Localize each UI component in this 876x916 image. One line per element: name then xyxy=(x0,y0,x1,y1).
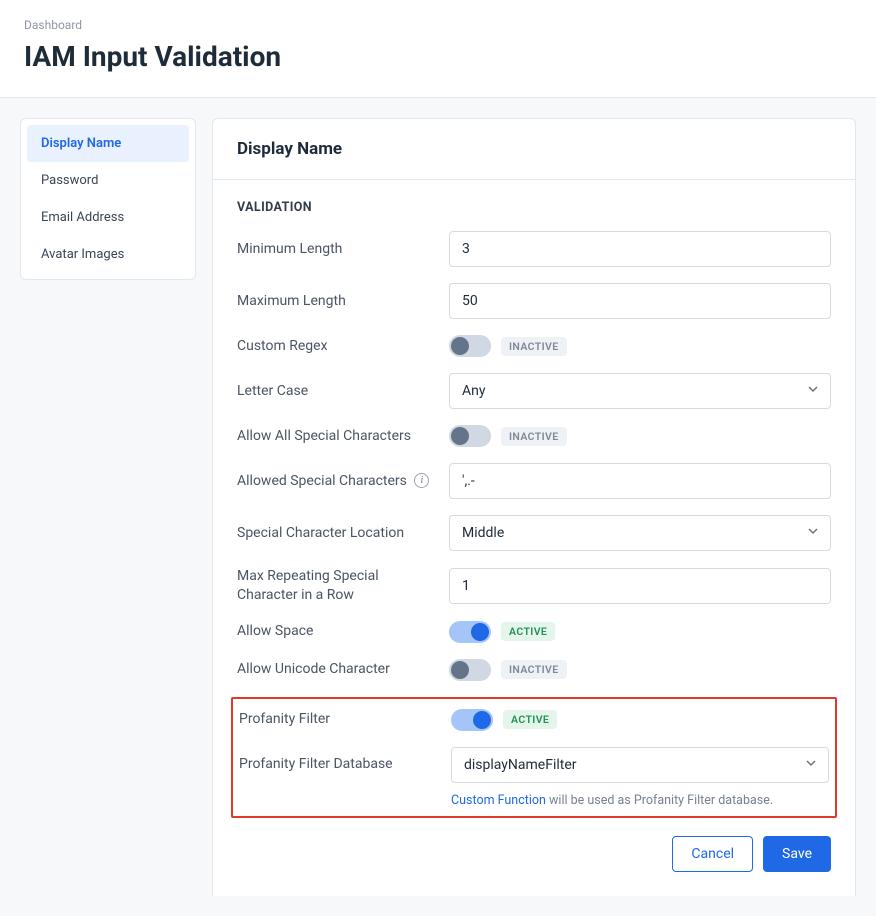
max-repeating-input[interactable] xyxy=(449,568,831,604)
profanity-db-select[interactable] xyxy=(451,747,829,783)
allow-space-label: Allow Space xyxy=(237,622,433,641)
allow-space-badge: ACTIVE xyxy=(501,622,555,641)
save-button[interactable]: Save xyxy=(763,836,831,872)
special-char-location-select[interactable] xyxy=(449,515,831,551)
cancel-button[interactable]: Cancel xyxy=(672,836,753,872)
main-panel: Display Name VALIDATION Minimum Length M… xyxy=(212,118,856,896)
allow-unicode-badge: INACTIVE xyxy=(501,660,567,679)
special-char-location-label: Special Character Location xyxy=(237,524,433,543)
page-title: IAM Input Validation xyxy=(24,40,852,73)
profanity-hint: Custom Function will be used as Profanit… xyxy=(451,793,829,808)
sidebar-item-avatar-images[interactable]: Avatar Images xyxy=(27,236,189,273)
custom-regex-label: Custom Regex xyxy=(237,337,433,356)
max-length-input[interactable] xyxy=(449,283,831,319)
allow-unicode-label: Allow Unicode Character xyxy=(237,660,433,679)
allowed-special-chars-input[interactable] xyxy=(449,463,831,499)
profanity-filter-label: Profanity Filter xyxy=(239,710,435,729)
allow-all-special-label: Allow All Special Characters xyxy=(237,427,433,446)
max-length-label: Maximum Length xyxy=(237,292,433,311)
profanity-filter-badge: ACTIVE xyxy=(503,710,557,729)
sidebar-item-password[interactable]: Password xyxy=(27,162,189,199)
section-label: VALIDATION xyxy=(237,200,831,215)
profanity-filter-toggle[interactable] xyxy=(451,709,493,731)
letter-case-select[interactable] xyxy=(449,373,831,409)
allow-unicode-toggle[interactable] xyxy=(449,659,491,681)
custom-function-link[interactable]: Custom Function xyxy=(451,793,546,808)
custom-regex-badge: INACTIVE xyxy=(501,337,567,356)
max-repeating-label: Max Repeating Special Character in a Row xyxy=(237,567,433,605)
allowed-special-chars-label: Allowed Special Characters i xyxy=(237,472,433,491)
sidebar-item-display-name[interactable]: Display Name xyxy=(27,125,189,162)
allow-all-special-badge: INACTIVE xyxy=(501,427,567,446)
profanity-highlight: Profanity Filter ACTIVE Profanity Filter… xyxy=(231,697,837,818)
profanity-db-label: Profanity Filter Database xyxy=(239,755,435,774)
info-icon[interactable]: i xyxy=(414,473,429,488)
letter-case-label: Letter Case xyxy=(237,382,433,401)
min-length-label: Minimum Length xyxy=(237,240,433,259)
custom-regex-toggle[interactable] xyxy=(449,335,491,357)
sidebar-item-email-address[interactable]: Email Address xyxy=(27,199,189,236)
breadcrumb[interactable]: Dashboard xyxy=(24,18,852,32)
min-length-input[interactable] xyxy=(449,231,831,267)
sidebar: Display Name Password Email Address Avat… xyxy=(20,118,196,280)
panel-title: Display Name xyxy=(213,119,855,180)
allow-all-special-toggle[interactable] xyxy=(449,425,491,447)
allow-space-toggle[interactable] xyxy=(449,621,491,643)
